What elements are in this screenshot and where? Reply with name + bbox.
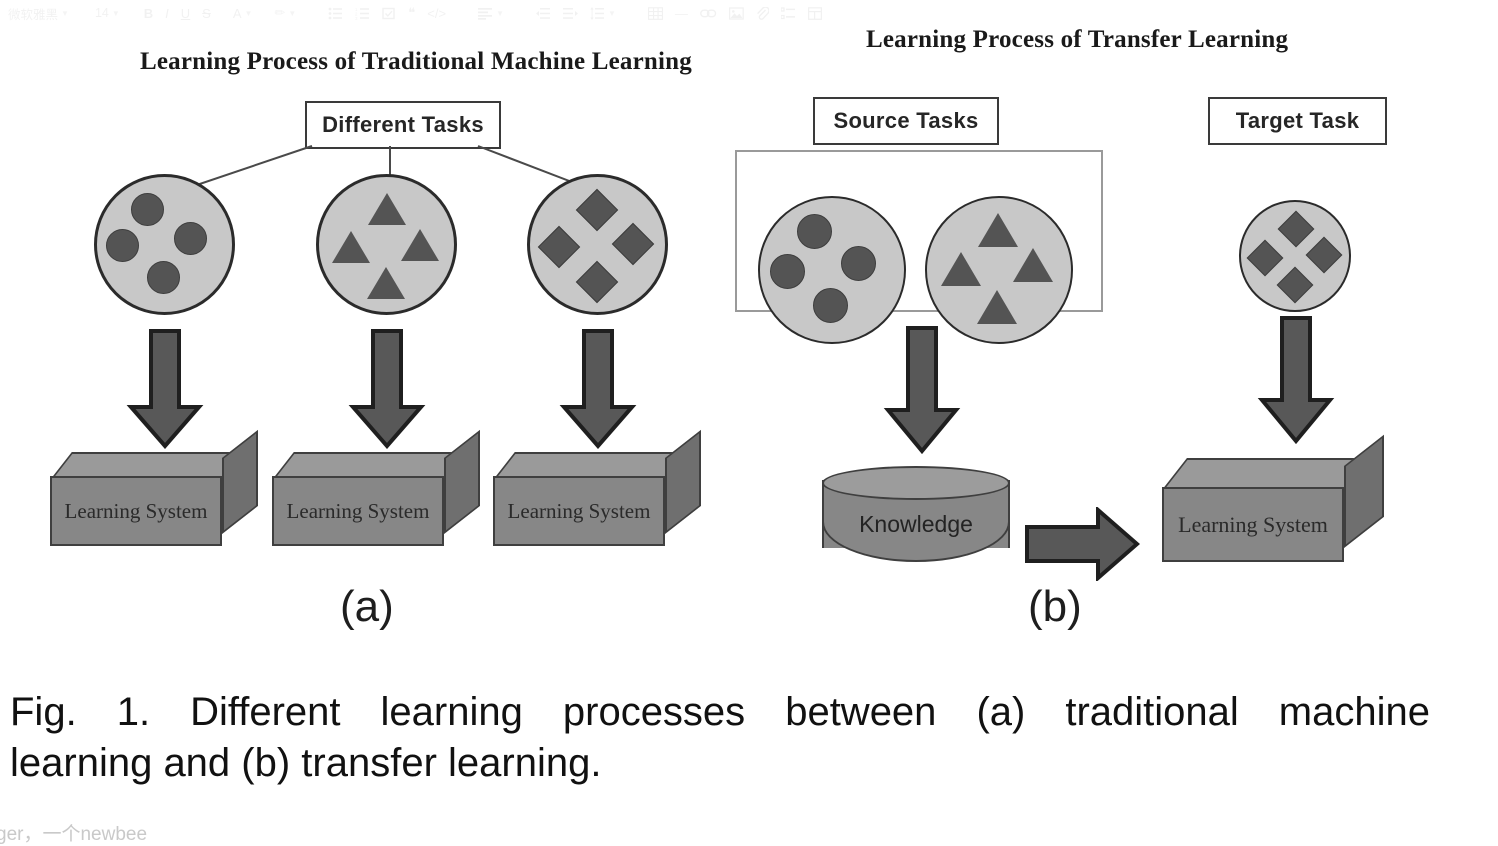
task-item-diamond xyxy=(1276,266,1314,304)
task-item-circle xyxy=(106,229,139,262)
subfigure-label-a: (a) xyxy=(340,582,394,631)
box-side-face xyxy=(222,429,258,534)
box-top-face xyxy=(1162,458,1370,490)
svg-text:3: 3 xyxy=(355,16,358,20)
knowledge-cylinder: Knowledge xyxy=(822,466,1010,570)
task-item-circle xyxy=(131,193,164,226)
code-block-icon[interactable]: </> xyxy=(421,2,452,24)
highlight-color-button[interactable]: ✏▼ xyxy=(268,2,302,24)
caption-line-1: Fig. 1. Different learning processes bet… xyxy=(10,690,1430,734)
figure-caption: Fig. 1. Different learning processes bet… xyxy=(10,687,1430,789)
box-front-face: Learning System xyxy=(1162,487,1344,562)
box-front-face: Learning System xyxy=(50,476,222,546)
learning-system-box-target: Learning System xyxy=(1162,434,1384,576)
down-arrow-target xyxy=(1257,316,1335,444)
line-height-icon[interactable]: ▼ xyxy=(584,2,622,24)
task-item-circle xyxy=(813,288,848,323)
task-item-diamond xyxy=(1277,210,1315,248)
indent-icon[interactable] xyxy=(557,2,584,24)
task-item-diamond xyxy=(575,188,619,232)
learning-system-label: Learning System xyxy=(507,498,651,523)
attachment-icon[interactable] xyxy=(750,2,775,24)
font-size-select[interactable]: 14▼ xyxy=(87,2,128,24)
task-item-diamond xyxy=(537,225,581,269)
box-side-face xyxy=(665,429,701,534)
numbered-list-icon[interactable]: 123 xyxy=(349,2,376,24)
knowledge-label: Knowledge xyxy=(859,510,973,537)
figure-area: Learning Process of Traditional Machine … xyxy=(0,26,1498,845)
strikethrough-button[interactable]: S xyxy=(196,2,217,24)
source-task-circle-circles xyxy=(758,196,906,344)
link-icon[interactable] xyxy=(694,2,723,24)
down-arrow-task2 xyxy=(348,329,426,449)
bulleted-list-icon[interactable] xyxy=(322,2,349,24)
box-side-face xyxy=(444,429,480,534)
task-item-circle xyxy=(770,254,805,289)
blockquote-icon[interactable]: ❝ xyxy=(402,2,421,24)
task-item-circle xyxy=(841,246,876,281)
horizontal-rule-icon[interactable]: — xyxy=(669,2,694,24)
right-arrow-transfer xyxy=(1025,507,1140,581)
table-icon[interactable] xyxy=(642,2,669,24)
task-list-icon[interactable] xyxy=(775,2,802,24)
panel-b-title: Learning Process of Transfer Learning xyxy=(866,26,1289,53)
task-item-diamond xyxy=(1305,236,1343,274)
watermark-text: ger，一个newbee xyxy=(0,824,148,845)
learning-system-box-2: Learning System xyxy=(272,429,480,560)
task-circle-circles xyxy=(94,174,235,315)
down-arrow-source xyxy=(883,326,961,454)
editor-toolbar[interactable]: 微软雅黑▼ 14▼ B I U S A▼ ✏▼ 123 ❝ </> ▼ ▼ — xyxy=(0,0,1498,26)
box-side-face xyxy=(1344,434,1384,548)
layout-icon[interactable] xyxy=(802,2,828,24)
different-tasks-box[interactable]: Different Tasks xyxy=(305,101,501,149)
italic-button[interactable]: I xyxy=(159,2,175,24)
source-task-circle-triangles xyxy=(925,196,1073,344)
task-circle-diamonds xyxy=(527,174,668,315)
learning-system-box-3: Learning System xyxy=(493,429,701,560)
task-item-diamond xyxy=(1246,239,1284,277)
image-icon[interactable] xyxy=(723,2,750,24)
target-task-box[interactable]: Target Task xyxy=(1208,97,1387,145)
learning-system-label: Learning System xyxy=(64,498,208,523)
learning-system-label: Learning System xyxy=(1178,511,1328,537)
align-button[interactable]: ▼ xyxy=(472,2,510,24)
source-tasks-box[interactable]: Source Tasks xyxy=(813,97,999,145)
font-color-button[interactable]: A▼ xyxy=(227,2,259,24)
box-front-face: Learning System xyxy=(272,476,444,546)
underline-button[interactable]: U xyxy=(175,2,196,24)
task-item-diamond xyxy=(575,260,619,304)
outdent-icon[interactable] xyxy=(530,2,557,24)
bold-button[interactable]: B xyxy=(138,2,159,24)
panel-a-title: Learning Process of Traditional Machine … xyxy=(140,48,692,75)
target-task-circle-diamonds xyxy=(1239,200,1351,312)
learning-system-box-1: Learning System xyxy=(50,429,258,560)
caption-line-2: learning and (b) transfer learning. xyxy=(10,741,602,786)
down-arrow-task1 xyxy=(126,329,204,449)
subfigure-label-b: (b) xyxy=(1028,582,1082,631)
box-front-face: Learning System xyxy=(493,476,665,546)
task-item-circle xyxy=(174,222,207,255)
task-circle-triangles xyxy=(316,174,457,315)
task-item-circle xyxy=(147,261,180,294)
down-arrow-task3 xyxy=(559,329,637,449)
task-item-circle xyxy=(797,214,832,249)
checklist-icon[interactable] xyxy=(376,2,402,24)
learning-system-label: Learning System xyxy=(286,498,430,523)
task-item-diamond xyxy=(611,222,655,266)
font-family-select[interactable]: 微软雅黑▼ xyxy=(0,2,77,24)
